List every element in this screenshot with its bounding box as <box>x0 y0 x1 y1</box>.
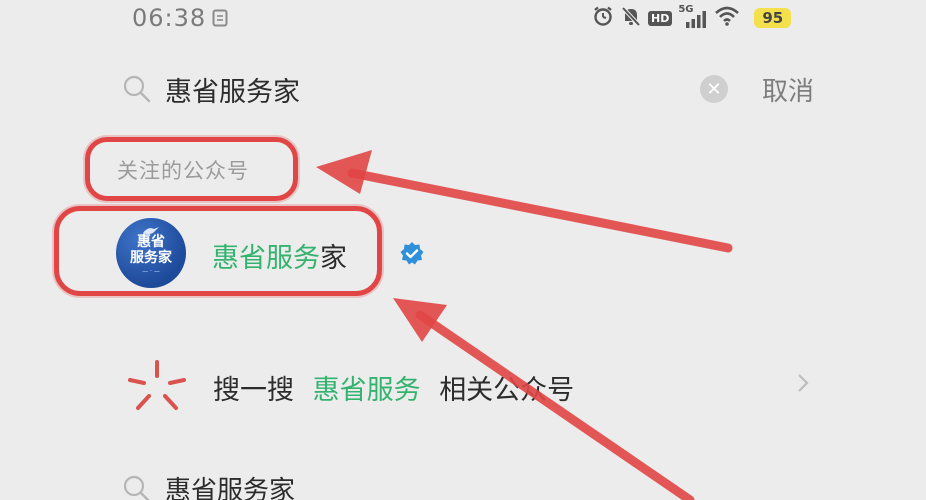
annotation-arrow-lower <box>393 298 695 500</box>
annotation-arrow-upper <box>316 150 733 253</box>
annotation-arrows <box>316 150 733 500</box>
wechat-search-screen: 06:38 HD 5G 95 惠省服务家 ✕ 取消 关注的公众号 惠省 服务家 … <box>0 0 926 500</box>
